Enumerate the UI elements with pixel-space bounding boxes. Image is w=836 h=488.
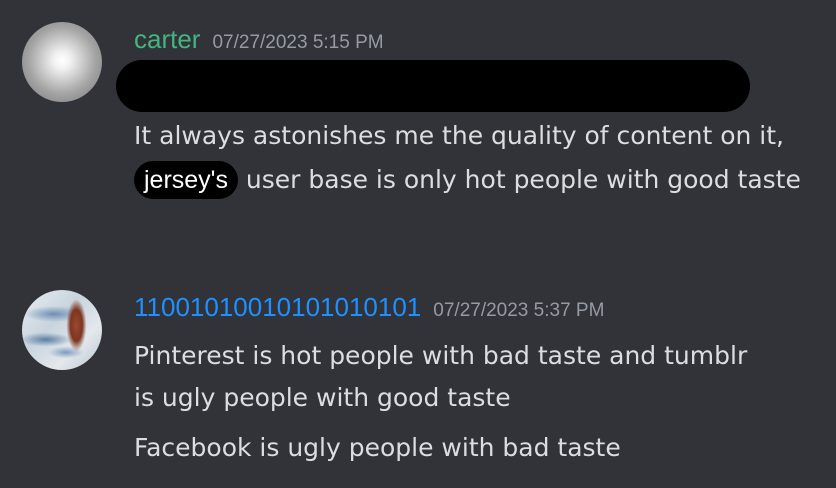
jersey-sticker: jersey's bbox=[134, 161, 238, 199]
message-line: Pinterest is hot people with bad taste a… bbox=[134, 341, 748, 370]
message-carter: carter 07/27/2023 5:15 PM It always aston… bbox=[0, 0, 836, 260]
message-text: user base is only hot people with good t… bbox=[237, 165, 801, 194]
message-text: It always astonishes me the quality of c… bbox=[134, 121, 784, 150]
username[interactable]: 11001010010101010101 bbox=[134, 292, 421, 322]
username[interactable]: carter bbox=[134, 24, 200, 54]
timestamp: 07/27/2023 5:15 PM bbox=[212, 32, 384, 53]
message-header: 11001010010101010101 07/27/2023 5:37 PM bbox=[134, 292, 604, 323]
message-header: carter 07/27/2023 5:15 PM bbox=[134, 24, 384, 55]
redaction-bar bbox=[116, 60, 750, 112]
message-line: is ugly people with good taste bbox=[134, 383, 511, 412]
message-content: It always astonishes me the quality of c… bbox=[134, 114, 824, 202]
timestamp: 07/27/2023 5:37 PM bbox=[433, 300, 605, 321]
message-line: Facebook is ugly people with bad taste bbox=[134, 433, 621, 462]
avatar[interactable] bbox=[22, 290, 102, 370]
avatar[interactable] bbox=[22, 22, 102, 102]
